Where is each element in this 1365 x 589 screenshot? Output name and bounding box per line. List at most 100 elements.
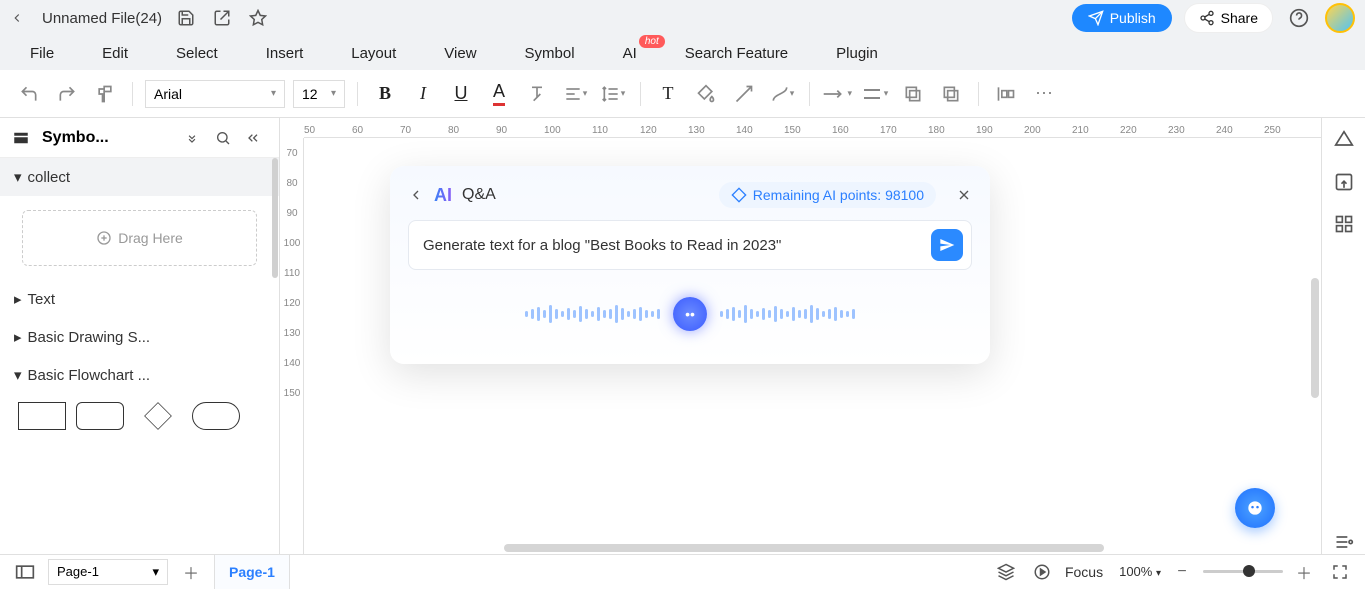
chevron-down-icon: ▾ [331, 88, 336, 99]
zoom-out-button[interactable]: − [1169, 559, 1195, 585]
sidebar-section-text[interactable]: ▸Text [0, 280, 279, 318]
sidebar-header: Symbo... [0, 118, 279, 158]
sidebar-section-basic-drawing[interactable]: ▸Basic Drawing S... [0, 318, 279, 356]
menu-ai[interactable]: AIhot [623, 45, 637, 62]
library-icon [12, 129, 34, 147]
help-button[interactable] [1285, 4, 1313, 32]
page-tab-1[interactable]: Page-1 [214, 555, 290, 589]
canvas-vertical-scrollbar[interactable] [1311, 278, 1319, 398]
sidebar-title: Symbo... [42, 129, 177, 147]
ai-close-button[interactable] [956, 187, 972, 203]
chevron-down-icon: ▾ [152, 564, 159, 580]
canvas-horizontal-scrollbar[interactable] [504, 544, 1104, 552]
undo-button[interactable] [14, 79, 44, 109]
apps-icon[interactable] [1332, 212, 1356, 236]
shape-rounded-rect[interactable] [76, 402, 124, 430]
list-settings-icon[interactable] [1332, 530, 1356, 554]
hot-badge: hot [639, 35, 665, 48]
share-label: Share [1221, 10, 1258, 26]
shape-terminator[interactable] [192, 402, 240, 430]
layer-back-button[interactable] [936, 79, 966, 109]
toolbar: Arial▾ 12▾ B I U A ▾ ▾ T ▾ ▾ ▾ ⋯ [0, 70, 1365, 118]
horizontal-ruler: 5060708090100110120130140150160170180190… [304, 118, 1321, 138]
zoom-value[interactable]: 100% ▾ [1119, 564, 1161, 579]
zoom-in-button[interactable]: ＋ [1291, 559, 1317, 585]
distribute-button[interactable] [991, 79, 1021, 109]
menu-search-feature[interactable]: Search Feature [685, 45, 788, 62]
sidebar-scrollbar[interactable] [272, 158, 278, 554]
publish-button[interactable]: Publish [1072, 4, 1172, 32]
font-color-button[interactable]: A [484, 79, 514, 109]
stroke-button[interactable] [729, 79, 759, 109]
bold-button[interactable]: B [370, 79, 400, 109]
text-tool-button[interactable]: T [653, 79, 683, 109]
more-tools-button[interactable]: ⋯ [1029, 79, 1059, 109]
menu-insert[interactable]: Insert [266, 45, 304, 62]
font-family-select[interactable]: Arial▾ [145, 80, 285, 108]
main-area: Symbo... ▾collect Drag Here ▸Text ▸Basic… [0, 118, 1365, 554]
zoom-controls: 100% ▾ − ＋ [1119, 559, 1317, 585]
chevron-down-icon: ▾ [14, 168, 22, 186]
focus-label[interactable]: Focus [1065, 564, 1103, 580]
export-panel-icon[interactable] [1332, 170, 1356, 194]
menu-plugin[interactable]: Plugin [836, 45, 878, 62]
symbol-sidebar: Symbo... ▾collect Drag Here ▸Text ▸Basic… [0, 118, 280, 554]
sidebar-section-collect[interactable]: ▾collect [0, 158, 279, 196]
fill-button[interactable] [691, 79, 721, 109]
menu-file[interactable]: File [30, 45, 54, 62]
expand-down-icon[interactable] [185, 131, 207, 145]
zoom-slider[interactable] [1203, 570, 1283, 573]
chevron-right-icon: ▸ [14, 290, 22, 308]
presentation-icon[interactable] [1029, 559, 1055, 585]
ai-send-button[interactable] [931, 229, 963, 261]
status-bar: Page-1▾ ＋ Page-1 Focus 100% ▾ − ＋ [0, 554, 1365, 588]
italic-button[interactable]: I [408, 79, 438, 109]
right-rail [1321, 118, 1365, 554]
back-button[interactable] [10, 11, 30, 25]
menu-symbol[interactable]: Symbol [525, 45, 575, 62]
menu-edit[interactable]: Edit [102, 45, 128, 62]
user-avatar[interactable] [1325, 3, 1355, 33]
ai-loading-wave: •• [408, 292, 972, 336]
sidebar-section-basic-flowchart[interactable]: ▾Basic Flowchart ... [0, 356, 279, 394]
save-icon[interactable] [174, 6, 198, 30]
chevron-down-icon: ▾ [14, 366, 22, 384]
redo-button[interactable] [52, 79, 82, 109]
page-select[interactable]: Page-1▾ [48, 559, 168, 585]
line-tool-button[interactable]: ▾ [822, 79, 852, 109]
shape-diamond[interactable] [144, 402, 172, 430]
font-size-select[interactable]: 12▾ [293, 80, 345, 108]
ai-back-button[interactable] [408, 187, 424, 203]
underline-button[interactable]: U [446, 79, 476, 109]
ai-assistant-float-button[interactable] [1235, 488, 1275, 528]
shape-rectangle[interactable] [18, 402, 66, 430]
line-spacing-button[interactable]: ▾ [598, 79, 628, 109]
title-bar: Unnamed File(24) Publish Share [0, 0, 1365, 36]
export-icon[interactable] [210, 6, 234, 30]
share-button[interactable]: Share [1184, 3, 1273, 33]
theme-icon[interactable] [1332, 128, 1356, 152]
menu-select[interactable]: Select [176, 45, 218, 62]
search-icon[interactable] [215, 130, 237, 146]
clear-format-button[interactable] [522, 79, 552, 109]
drag-here-zone[interactable]: Drag Here [22, 210, 257, 266]
canvas-area: 5060708090100110120130140150160170180190… [280, 118, 1321, 554]
chevron-right-icon: ▸ [14, 328, 22, 346]
arrow-style-button[interactable]: ▾ [860, 79, 890, 109]
align-button[interactable]: ▾ [560, 79, 590, 109]
collapse-sidebar-icon[interactable] [245, 130, 267, 146]
layer-front-button[interactable] [898, 79, 928, 109]
ai-points-badge[interactable]: Remaining AI points: 98100 [719, 182, 936, 208]
format-painter-button[interactable] [90, 79, 120, 109]
ai-prompt-input[interactable]: Generate text for a blog "Best Books to … [423, 237, 921, 254]
star-icon[interactable] [246, 6, 270, 30]
canvas[interactable]: AI Q&A Remaining AI points: 98100 Genera… [304, 138, 1321, 554]
menu-layout[interactable]: Layout [351, 45, 396, 62]
menu-view[interactable]: View [444, 45, 476, 62]
page-view-button[interactable] [12, 559, 38, 585]
layers-icon[interactable] [993, 559, 1019, 585]
add-page-button[interactable]: ＋ [178, 559, 204, 585]
ai-qa-panel: AI Q&A Remaining AI points: 98100 Genera… [390, 166, 990, 364]
connector-button[interactable]: ▾ [767, 79, 797, 109]
fullscreen-button[interactable] [1327, 559, 1353, 585]
